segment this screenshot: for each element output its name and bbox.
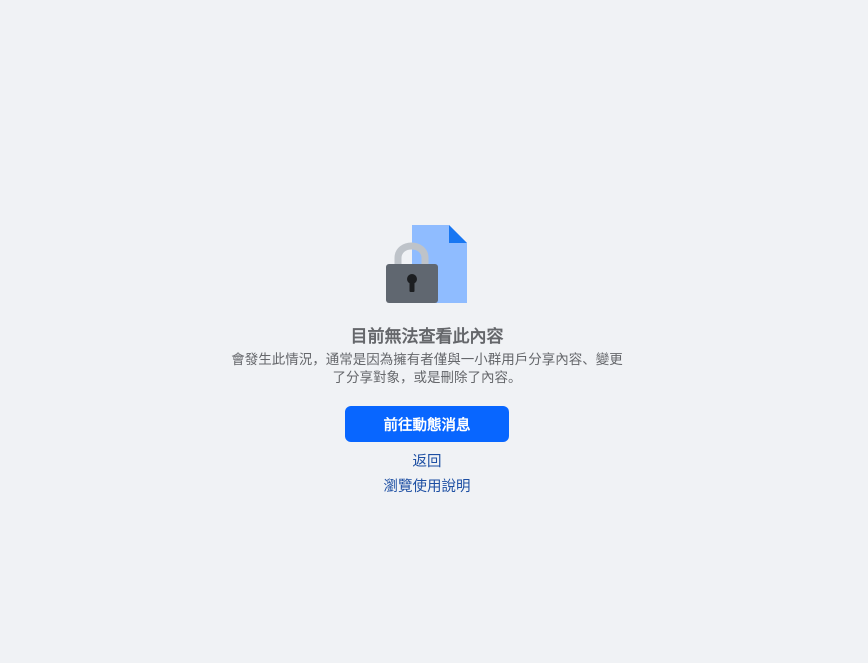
page-title: 目前無法查看此內容 xyxy=(350,327,504,347)
locked-document-icon xyxy=(386,225,467,303)
help-center-link[interactable]: 瀏覽使用說明 xyxy=(0,477,854,497)
page-description: 會發生此情況，通常是因為擁有者僅與一小群用戶分享內容、變更了分享對象，或是刪除了… xyxy=(231,352,623,386)
content-unavailable-page: 目前無法查看此內容 會發生此情況，通常是因為擁有者僅與一小群用戶分享內容、變更了… xyxy=(0,0,868,663)
back-link[interactable]: 返回 xyxy=(0,452,854,472)
go-to-feed-button[interactable]: 前往動態消息 xyxy=(345,406,509,442)
